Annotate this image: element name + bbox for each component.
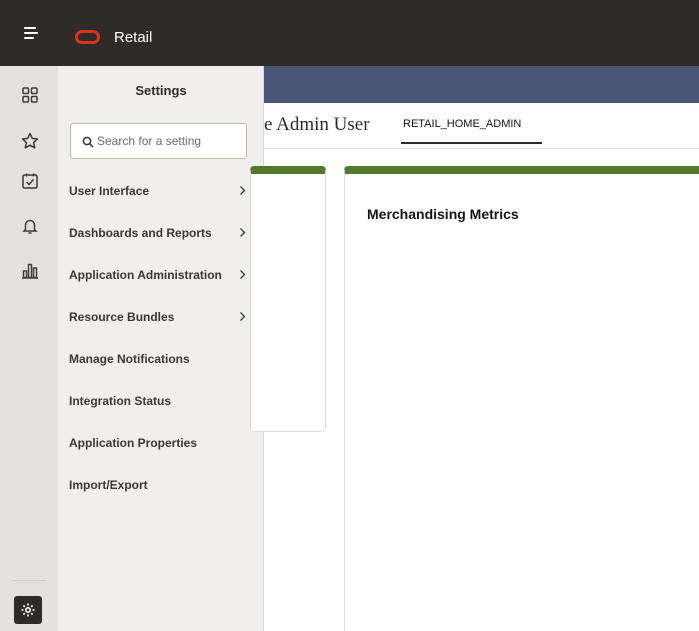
menu-item-label: Integration Status: [69, 394, 172, 408]
app-name: Retail: [114, 29, 153, 46]
menu-item-label: Application Properties: [69, 436, 198, 450]
chevron-right-icon: [240, 228, 246, 237]
settings-gear-icon[interactable]: [14, 596, 42, 624]
menu-item-application-administration[interactable]: Application Administration: [58, 260, 264, 290]
oracle-logo-icon: [75, 30, 100, 44]
dashboard-card-merchandising-metrics: Merchandising Metrics: [344, 166, 699, 631]
menu-item-import-export[interactable]: Import/Export: [58, 470, 264, 500]
menu-item-manage-notifications[interactable]: Manage Notifications: [58, 344, 264, 374]
page-banner: [264, 66, 699, 103]
menu-item-user-interface[interactable]: User Interface: [58, 176, 264, 206]
tab-selected-indicator: [401, 142, 542, 144]
menu-item-integration-status[interactable]: Integration Status: [58, 386, 264, 416]
rail-divider: [12, 580, 46, 581]
dashboard-grid-icon[interactable]: [20, 85, 40, 105]
page-heading: e Admin User: [264, 114, 370, 135]
star-icon[interactable]: [20, 131, 40, 151]
nav-rail: [0, 66, 58, 631]
hamburger-menu-icon[interactable]: [24, 27, 38, 39]
chevron-right-icon: [240, 186, 246, 195]
menu-item-label: Manage Notifications: [69, 352, 190, 366]
heading-divider: [264, 148, 699, 149]
tab-retail-home-admin[interactable]: RETAIL_HOME_ADMIN: [403, 118, 521, 130]
menu-item-label: Import/Export: [69, 478, 148, 492]
menu-item-label: Resource Bundles: [69, 310, 175, 324]
task-checkbox-icon[interactable]: [20, 171, 40, 191]
bell-icon[interactable]: [20, 216, 40, 236]
card-title: Merchandising Metrics: [367, 206, 519, 222]
bar-chart-icon[interactable]: [20, 261, 40, 281]
menu-item-application-properties[interactable]: Application Properties: [58, 428, 264, 458]
menu-item-label: User Interface: [69, 184, 150, 198]
chevron-right-icon: [240, 312, 246, 321]
menu-item-dashboards-and-reports[interactable]: Dashboards and Reports: [58, 218, 264, 248]
top-bar: Retail: [0, 0, 699, 66]
settings-search-input[interactable]: [97, 132, 242, 150]
menu-item-resource-bundles[interactable]: Resource Bundles: [58, 302, 264, 332]
dashboard-card: [250, 166, 326, 432]
search-icon: [82, 136, 94, 148]
chevron-right-icon: [240, 270, 246, 279]
settings-panel: Settings User Interface Dashboards and R…: [58, 66, 264, 631]
settings-search-box[interactable]: [70, 123, 247, 159]
settings-panel-title: Settings: [135, 83, 187, 98]
menu-item-label: Application Administration: [69, 268, 222, 282]
menu-item-label: Dashboards and Reports: [69, 226, 212, 240]
